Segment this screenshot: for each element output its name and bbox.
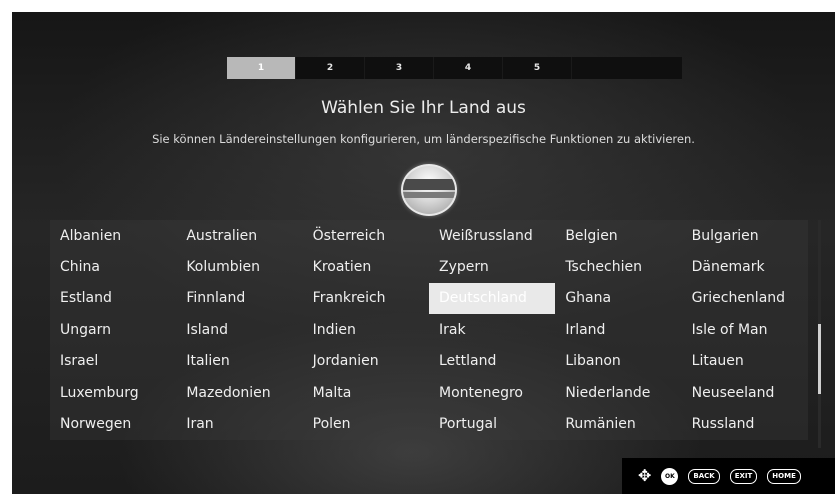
country-item[interactable]: Finnland: [176, 283, 302, 314]
country-item[interactable]: Indien: [303, 314, 429, 345]
country-item[interactable]: Island: [176, 314, 302, 345]
back-button-icon: BACK: [688, 468, 720, 484]
page-subtitle: Sie können Ländereinstellungen konfiguri…: [152, 132, 695, 146]
country-item[interactable]: Isle of Man: [682, 314, 808, 345]
country-item[interactable]: Libanon: [555, 346, 681, 377]
step-3[interactable]: 3: [365, 57, 434, 79]
country-item[interactable]: Bulgarien: [682, 220, 808, 251]
country-item[interactable]: Norwegen: [50, 408, 176, 439]
ok-button-icon: OK: [661, 467, 679, 485]
country-item[interactable]: Litauen: [682, 346, 808, 377]
country-item[interactable]: Frankreich: [303, 283, 429, 314]
country-item[interactable]: Russland: [682, 408, 808, 439]
exit-button-icon: EXIT: [729, 468, 758, 484]
scrollbar[interactable]: [818, 220, 821, 448]
country-item[interactable]: Portugal: [429, 408, 555, 439]
country-item[interactable]: Irland: [555, 314, 681, 345]
country-item[interactable]: Irak: [429, 314, 555, 345]
country-item[interactable]: Polen: [303, 408, 429, 439]
step-2[interactable]: 2: [296, 57, 365, 79]
remote-hint-bar: ✥ OK BACK EXIT HOME: [622, 458, 835, 494]
country-item[interactable]: Zypern: [429, 251, 555, 282]
country-item[interactable]: Iran: [176, 408, 302, 439]
country-item[interactable]: Luxemburg: [50, 377, 176, 408]
country-item[interactable]: Lettland: [429, 346, 555, 377]
country-item[interactable]: Montenegro: [429, 377, 555, 408]
country-item[interactable]: Tschechien: [555, 251, 681, 282]
country-item[interactable]: Rumänien: [555, 408, 681, 439]
country-flag-icon: [401, 164, 457, 216]
country-item[interactable]: Kolumbien: [176, 251, 302, 282]
country-item[interactable]: Estland: [50, 283, 176, 314]
country-grid: Albanien Australien Österreich Weißrussland…: [50, 220, 808, 440]
country-item[interactable]: Albanien: [50, 220, 176, 251]
dpad-icon: ✥: [638, 466, 652, 485]
country-item-selected[interactable]: Deutschland: [428, 282, 556, 315]
country-item[interactable]: Weißrussland: [429, 220, 555, 251]
setup-steps: 1 2 3 4 5: [227, 57, 682, 79]
tv-screen: 1 2 3 4 5 Wählen Sie Ihr Land aus Sie kö…: [12, 12, 835, 494]
country-item[interactable]: Australien: [176, 220, 302, 251]
country-item[interactable]: Malta: [303, 377, 429, 408]
country-item[interactable]: Jordanien: [303, 346, 429, 377]
country-item[interactable]: Belgien: [555, 220, 681, 251]
country-item[interactable]: Kroatien: [303, 251, 429, 282]
country-item[interactable]: Österreich: [303, 220, 429, 251]
country-item[interactable]: Ungarn: [50, 314, 176, 345]
page-title: Wählen Sie Ihr Land aus: [321, 98, 526, 118]
country-item[interactable]: Israel: [50, 346, 176, 377]
step-4[interactable]: 4: [434, 57, 503, 79]
country-item[interactable]: Dänemark: [682, 251, 808, 282]
country-item[interactable]: Italien: [176, 346, 302, 377]
country-item[interactable]: Neuseeland: [682, 377, 808, 408]
country-item[interactable]: Niederlande: [555, 377, 681, 408]
step-1[interactable]: 1: [227, 57, 296, 79]
home-button-icon: HOME: [767, 468, 801, 484]
step-5[interactable]: 5: [503, 57, 572, 79]
country-item[interactable]: China: [50, 251, 176, 282]
country-item[interactable]: Griechenland: [682, 283, 808, 314]
country-item[interactable]: Ghana: [555, 283, 681, 314]
scrollbar-thumb[interactable]: [818, 324, 821, 394]
country-item[interactable]: Mazedonien: [176, 377, 302, 408]
